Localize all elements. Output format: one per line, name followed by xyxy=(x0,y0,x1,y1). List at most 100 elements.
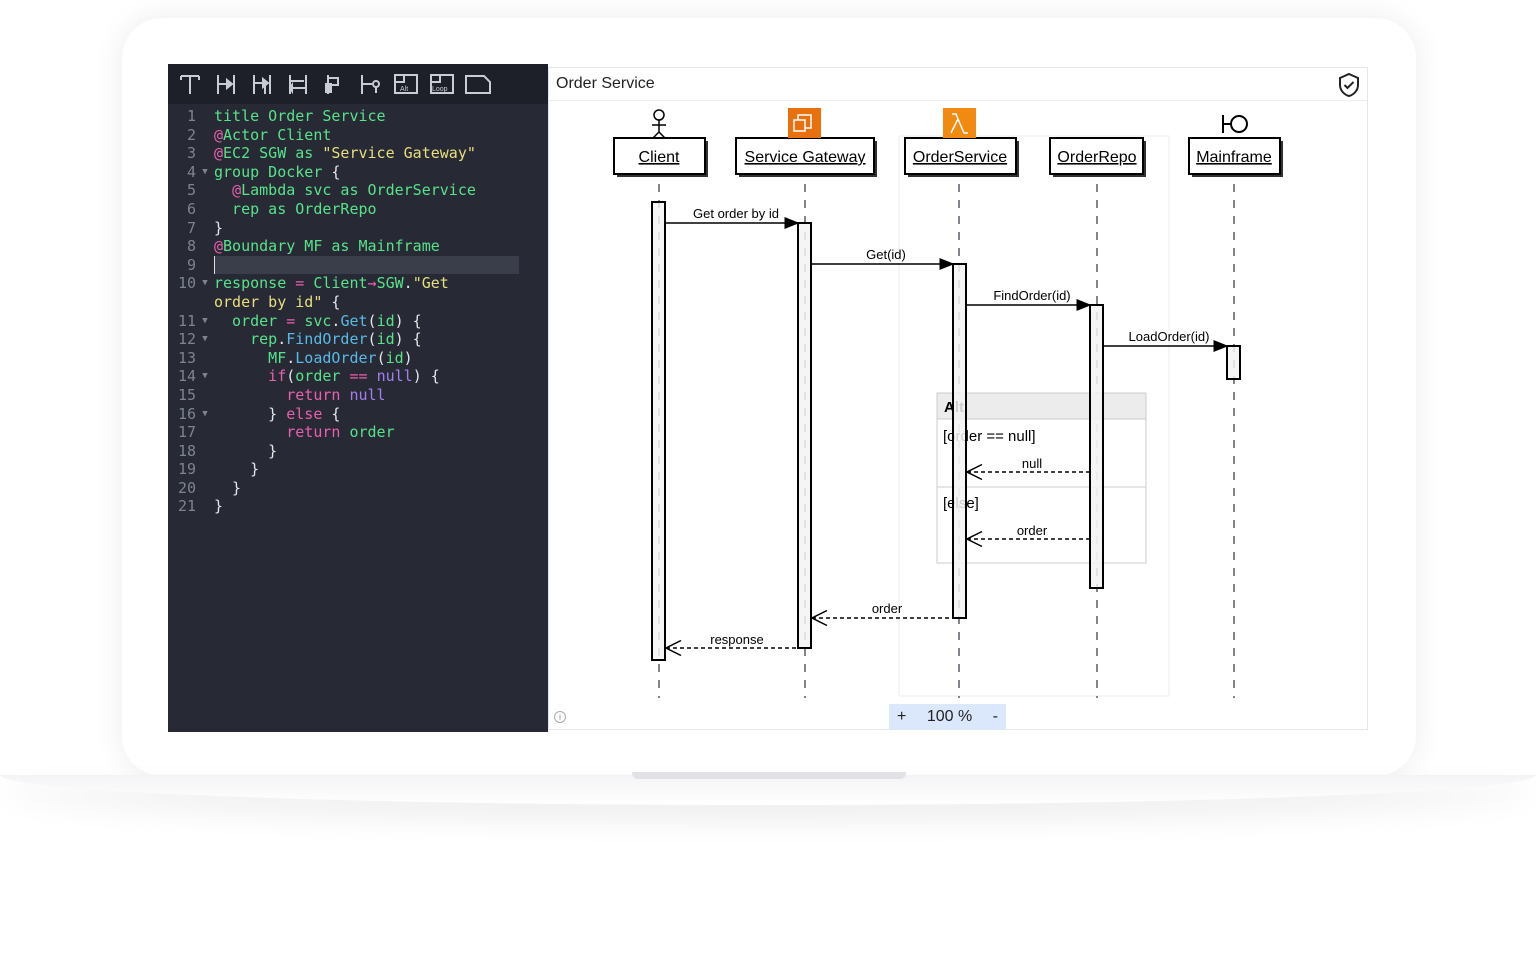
code-line[interactable]: order by id" { xyxy=(168,293,548,312)
line-number: 10 xyxy=(177,274,196,293)
line-number: 20 xyxy=(177,478,196,497)
participant-orderservice[interactable]: OrderService xyxy=(904,137,1019,177)
code-token: "Get xyxy=(412,274,449,293)
fold-gutter xyxy=(196,386,214,405)
fold-gutter xyxy=(196,442,214,461)
code-token: { xyxy=(331,162,341,181)
code-line[interactable]: 20 } xyxy=(168,479,548,498)
zoom-out-button[interactable]: - xyxy=(993,708,998,726)
code-text: } xyxy=(214,460,519,479)
fold-toggle-icon[interactable]: ▼ xyxy=(196,405,214,424)
code-token: id xyxy=(376,311,395,330)
code-token: "Service Gateway" xyxy=(322,144,476,163)
fold-toggle-icon[interactable]: ▼ xyxy=(196,330,214,349)
fold-toggle-icon[interactable]: ▼ xyxy=(196,367,214,386)
code-token: ) { xyxy=(412,367,440,386)
message-label: order xyxy=(1017,523,1048,538)
lost-message-button[interactable] xyxy=(356,71,384,97)
code-token: @ xyxy=(232,181,242,200)
boundary-icon xyxy=(1222,115,1248,133)
fold-gutter xyxy=(196,200,214,219)
message-label: FindOrder(id) xyxy=(993,288,1070,303)
code-token: MF xyxy=(214,348,287,367)
code-line[interactable]: 14 ▼ if(order == null) { xyxy=(168,367,548,386)
participant-orderrepo[interactable]: OrderRepo xyxy=(1049,137,1146,177)
code-token: id xyxy=(376,330,395,349)
code-text: order by id" { xyxy=(214,293,519,312)
participant-client[interactable]: Client xyxy=(613,137,708,177)
code-area[interactable]: 1 title Order Service 2 @Actor Client 3 @EC2 … xyxy=(168,107,548,516)
async-message-button[interactable] xyxy=(248,71,276,97)
self-message-button[interactable] xyxy=(320,71,348,97)
code-text: @Actor Client xyxy=(214,126,519,145)
message-label: Get order by id xyxy=(693,206,779,221)
laptop-base xyxy=(0,775,1536,805)
code-token: } xyxy=(214,478,242,497)
fold-gutter xyxy=(196,126,214,145)
fold-toggle-icon[interactable]: ▼ xyxy=(196,312,214,331)
code-line[interactable]: 19 } xyxy=(168,460,548,479)
code-line[interactable]: 5 @Lambda svc as OrderService xyxy=(168,181,548,200)
code-line[interactable]: 4 ▼ group Docker { xyxy=(168,163,548,182)
line-number: 2 xyxy=(186,125,196,144)
code-line[interactable]: 17 return order xyxy=(168,423,548,442)
line-number: 7 xyxy=(186,218,196,237)
code-text: } xyxy=(214,219,519,238)
line-number: 21 xyxy=(177,497,196,516)
activation-mainframe xyxy=(1226,345,1241,380)
note-button[interactable] xyxy=(464,71,492,97)
code-line[interactable]: 15 return null xyxy=(168,386,548,405)
title-tool-button[interactable] xyxy=(176,71,204,97)
code-line[interactable]: 10 ▼ response = Client→SGW."Get xyxy=(168,274,548,293)
code-token: ) { xyxy=(394,330,422,349)
participant-service-gateway[interactable]: Service Gateway xyxy=(735,137,877,177)
line-number: 4 xyxy=(186,162,196,181)
code-token: LoadOrder xyxy=(295,348,377,367)
code-editor[interactable]: Alt Loop 1 title Order Service 2 @Actor Cli… xyxy=(168,64,548,732)
line-number: 18 xyxy=(177,441,196,460)
code-line[interactable]: 12 ▼ rep.FindOrder(id) { xyxy=(168,330,548,349)
code-token: null xyxy=(376,367,413,386)
fold-toggle-icon[interactable]: ▼ xyxy=(196,274,214,293)
sync-message-button[interactable] xyxy=(212,71,240,97)
code-line[interactable]: 7} xyxy=(168,219,548,238)
line-number: 17 xyxy=(177,423,196,442)
line-number: 14 xyxy=(177,367,196,386)
code-line[interactable]: 21} xyxy=(168,497,548,516)
line-number: 19 xyxy=(177,460,196,479)
activation-orderservice xyxy=(952,263,967,619)
fold-toggle-icon[interactable]: ▼ xyxy=(196,163,214,182)
code-token: if xyxy=(214,367,287,386)
return-message-button[interactable] xyxy=(284,71,312,97)
line-number: 15 xyxy=(177,385,196,404)
code-line[interactable]: 2 @Actor Client xyxy=(168,126,548,145)
code-token: @ xyxy=(214,125,224,144)
activation-client xyxy=(651,201,666,661)
code-token: @ xyxy=(214,237,224,256)
code-line[interactable]: 18 } xyxy=(168,442,548,461)
alt-fragment-button[interactable]: Alt xyxy=(392,71,420,97)
line-number: 9 xyxy=(186,255,196,274)
code-token: = xyxy=(295,274,314,293)
participant-mainframe[interactable]: Mainframe xyxy=(1188,137,1283,177)
code-text: } xyxy=(214,479,519,498)
code-line[interactable]: 1 title Order Service xyxy=(168,107,548,126)
code-line[interactable]: 16 ▼ } else { xyxy=(168,405,548,424)
line-number xyxy=(168,293,196,312)
code-line[interactable]: 9 xyxy=(168,255,548,275)
code-line[interactable]: 6 rep as OrderRepo xyxy=(168,200,548,219)
info-icon[interactable]: i xyxy=(554,711,566,723)
code-token: } xyxy=(214,218,224,237)
fold-gutter xyxy=(196,293,214,312)
code-line[interactable]: 13 MF.LoadOrder(id) xyxy=(168,349,548,368)
sequence-diagram: Alt [order == null] [else] Get order by … xyxy=(613,108,1283,698)
loop-fragment-button[interactable]: Loop xyxy=(428,71,456,97)
zoom-in-button[interactable]: + xyxy=(897,708,906,726)
code-line[interactable]: 8 @Boundary MF as Mainframe xyxy=(168,237,548,256)
code-line[interactable]: 3 @EC2 SGW as "Service Gateway" xyxy=(168,144,548,163)
code-line[interactable]: 11 ▼ order = svc.Get(id) { xyxy=(168,312,548,331)
message-label: LoadOrder(id) xyxy=(1129,329,1210,344)
code-text: response = Client→SGW."Get xyxy=(214,274,519,293)
code-text: @EC2 SGW as "Service Gateway" xyxy=(214,144,519,163)
